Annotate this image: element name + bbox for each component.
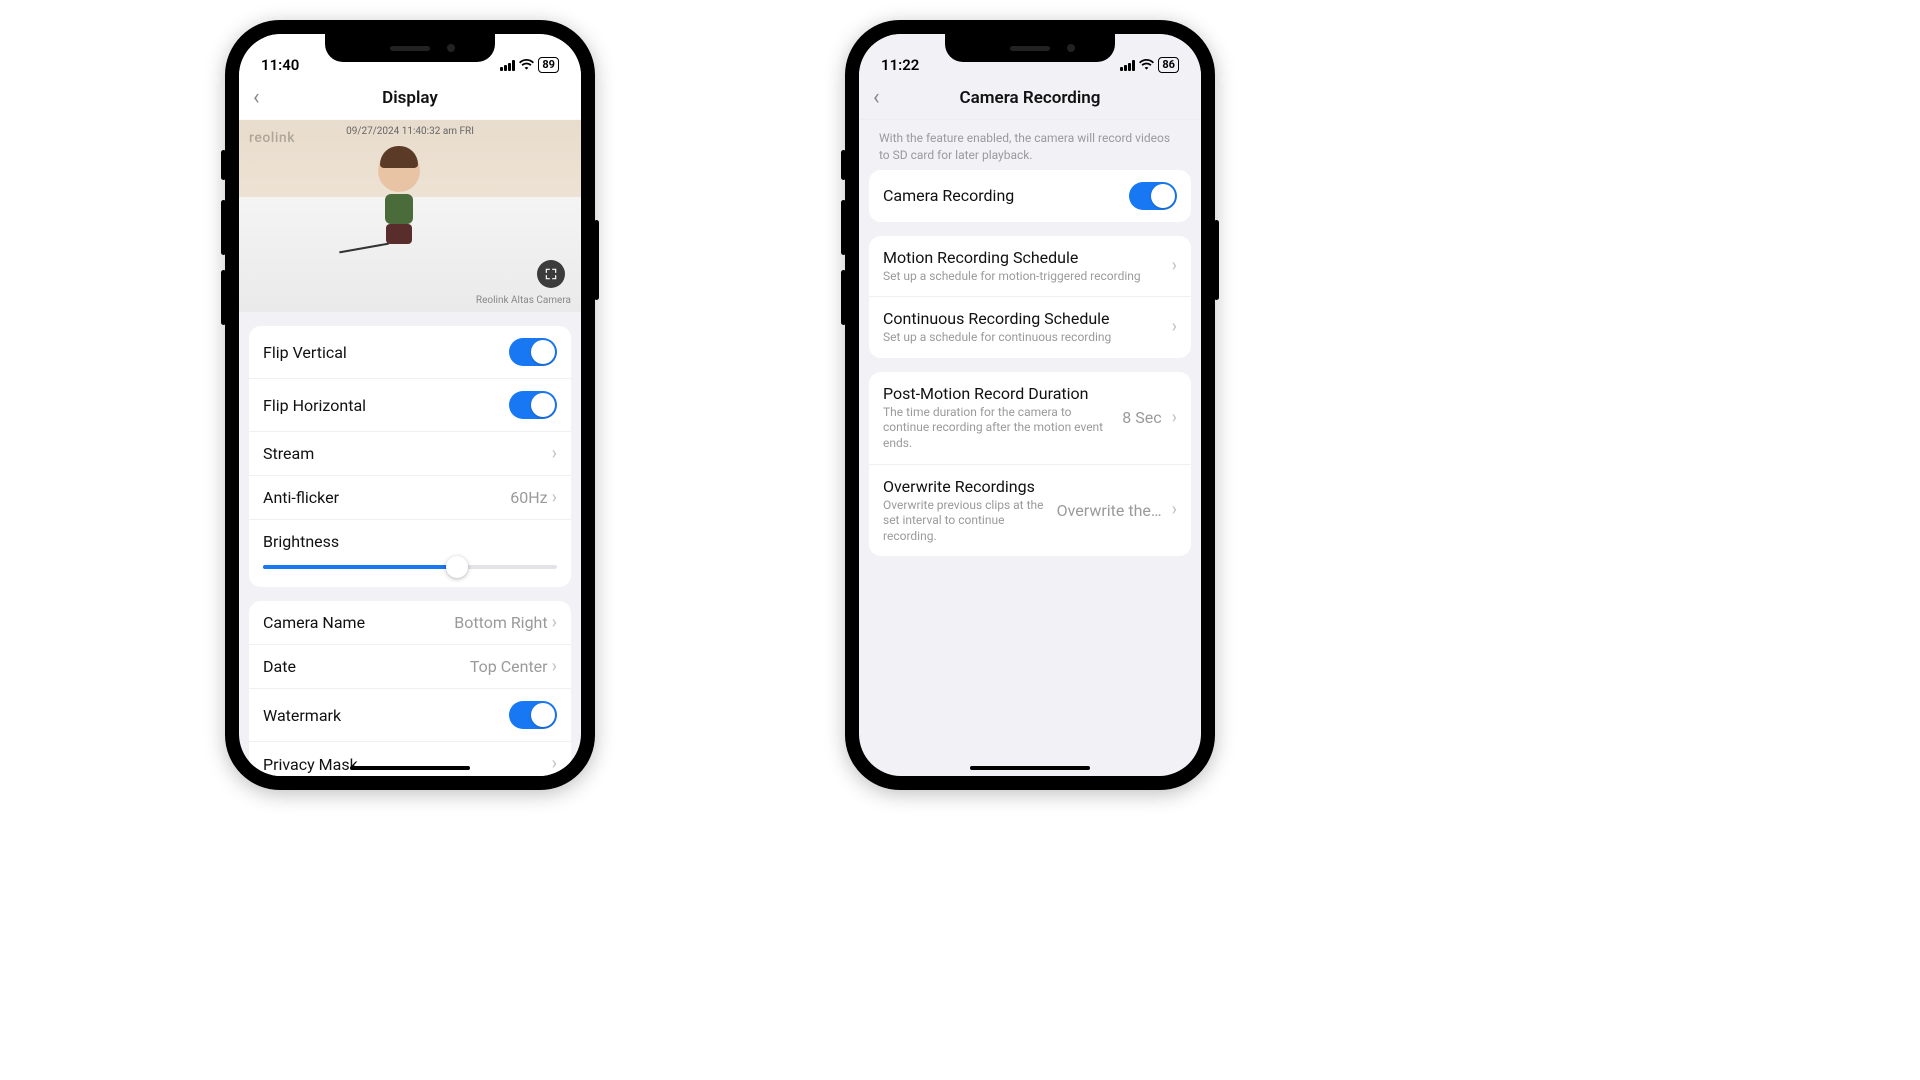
- continuous-schedule-row[interactable]: Continuous Recording Schedule Set up a s…: [869, 297, 1191, 358]
- row-label: Camera Recording: [883, 186, 1014, 205]
- flip-vertical-toggle[interactable]: [509, 338, 557, 366]
- volume-down: [841, 270, 846, 325]
- status-time: 11:40: [261, 56, 299, 74]
- page-header: ‹ Display: [239, 76, 581, 120]
- notch: [945, 34, 1115, 62]
- chevron-right-icon: ›: [552, 614, 557, 632]
- row-subtitle: Set up a schedule for continuous recordi…: [883, 330, 1162, 346]
- page-title: Display: [382, 88, 438, 108]
- chevron-right-icon: ›: [1172, 318, 1177, 336]
- back-button[interactable]: ‹: [873, 87, 880, 109]
- row-label: Privacy Mask: [263, 755, 358, 774]
- preview-timestamp: 09/27/2024 11:40:32 am FRI: [346, 126, 474, 137]
- home-indicator[interactable]: [970, 766, 1090, 770]
- row-subtitle: Overwrite previous clips at the set inte…: [883, 498, 1047, 545]
- stream-row[interactable]: Stream ›: [249, 432, 571, 476]
- row-title: Motion Recording Schedule: [883, 248, 1162, 267]
- back-button[interactable]: ‹: [253, 87, 260, 109]
- brightness-slider[interactable]: [263, 565, 557, 569]
- watermark-logo: reolink: [249, 130, 295, 146]
- phone-recording: 11:22 86 ‹ Camera Recording With the fea…: [845, 20, 1215, 790]
- battery-indicator: 89: [538, 57, 559, 73]
- chevron-right-icon: ›: [1172, 257, 1177, 275]
- chevron-right-icon: ›: [552, 445, 557, 463]
- preview-subject: [369, 150, 429, 245]
- watermark-row[interactable]: Watermark: [249, 689, 571, 742]
- chevron-right-icon: ›: [552, 658, 557, 676]
- row-value: Bottom Right: [454, 613, 547, 632]
- row-label: Stream: [263, 444, 314, 463]
- phone-display: 11:40 89 ‹ Display reolink 09/27/2024 11…: [225, 20, 595, 790]
- row-value: 8 Sec: [1122, 408, 1161, 427]
- date-row[interactable]: Date Top Center›: [249, 645, 571, 689]
- row-value: Overwrite the…: [1057, 501, 1162, 520]
- brightness-row: Brightness: [249, 520, 571, 587]
- flip-horizontal-row[interactable]: Flip Horizontal: [249, 379, 571, 432]
- camera-recording-row[interactable]: Camera Recording: [869, 170, 1191, 222]
- row-value: Top Center: [470, 657, 548, 676]
- camera-preview[interactable]: reolink 09/27/2024 11:40:32 am FRI Reoli…: [239, 120, 581, 312]
- recording-toggle-card: Camera Recording: [869, 170, 1191, 222]
- privacy-mask-row[interactable]: Privacy Mask ›: [249, 742, 571, 776]
- mute-switch: [221, 150, 226, 180]
- volume-down: [221, 270, 226, 325]
- row-label: Date: [263, 657, 296, 676]
- power-button: [1214, 220, 1219, 300]
- chevron-right-icon: ›: [1172, 409, 1177, 427]
- row-label: Anti-flicker: [263, 488, 339, 507]
- schedule-card: Motion Recording Schedule Set up a sched…: [869, 236, 1191, 358]
- flip-vertical-row[interactable]: Flip Vertical: [249, 326, 571, 379]
- cellular-icon: [1120, 60, 1135, 71]
- overlay-settings-card: Camera Name Bottom Right › Date Top Cente…: [249, 601, 571, 776]
- status-time: 11:22: [881, 56, 919, 74]
- camera-name-overlay: Reolink Altas Camera: [476, 295, 571, 306]
- anti-flicker-row[interactable]: Anti-flicker 60Hz ›: [249, 476, 571, 520]
- post-motion-row[interactable]: Post-Motion Record Duration The time dur…: [869, 372, 1191, 465]
- chevron-right-icon: ›: [552, 489, 557, 507]
- row-subtitle: Set up a schedule for motion-triggered r…: [883, 269, 1162, 285]
- intro-text: With the feature enabled, the camera wil…: [859, 120, 1201, 170]
- page-header: ‹ Camera Recording: [859, 76, 1201, 120]
- flip-horizontal-toggle[interactable]: [509, 391, 557, 419]
- power-button: [594, 220, 599, 300]
- camera-recording-toggle[interactable]: [1129, 182, 1177, 210]
- fullscreen-icon: [544, 267, 558, 281]
- display-settings-card: Flip Vertical Flip Horizontal Stream › A…: [249, 326, 571, 587]
- cellular-icon: [500, 60, 515, 71]
- row-title: Overwrite Recordings: [883, 477, 1047, 496]
- camera-name-row[interactable]: Camera Name Bottom Right ›: [249, 601, 571, 645]
- row-title: Continuous Recording Schedule: [883, 309, 1162, 328]
- volume-up: [221, 200, 226, 255]
- volume-up: [841, 200, 846, 255]
- overwrite-row[interactable]: Overwrite Recordings Overwrite previous …: [869, 465, 1191, 557]
- row-title: Post-Motion Record Duration: [883, 384, 1112, 403]
- row-label: Flip Vertical: [263, 343, 347, 362]
- row-label: Flip Horizontal: [263, 396, 366, 415]
- motion-schedule-row[interactable]: Motion Recording Schedule Set up a sched…: [869, 236, 1191, 298]
- mute-switch: [841, 150, 846, 180]
- page-title: Camera Recording: [960, 88, 1101, 108]
- battery-indicator: 86: [1158, 57, 1179, 73]
- row-label: Watermark: [263, 706, 341, 725]
- fullscreen-button[interactable]: [537, 260, 565, 288]
- home-indicator[interactable]: [350, 766, 470, 770]
- row-label: Brightness: [263, 532, 339, 551]
- wifi-icon: [519, 56, 534, 74]
- chevron-right-icon: ›: [1172, 501, 1177, 519]
- slider-thumb[interactable]: [446, 556, 468, 578]
- chevron-right-icon: ›: [552, 755, 557, 773]
- row-subtitle: The time duration for the camera to cont…: [883, 405, 1112, 452]
- row-value: 60Hz: [510, 488, 547, 507]
- options-card: Post-Motion Record Duration The time dur…: [869, 372, 1191, 557]
- wifi-icon: [1139, 56, 1154, 74]
- notch: [325, 34, 495, 62]
- watermark-toggle[interactable]: [509, 701, 557, 729]
- row-label: Camera Name: [263, 613, 365, 632]
